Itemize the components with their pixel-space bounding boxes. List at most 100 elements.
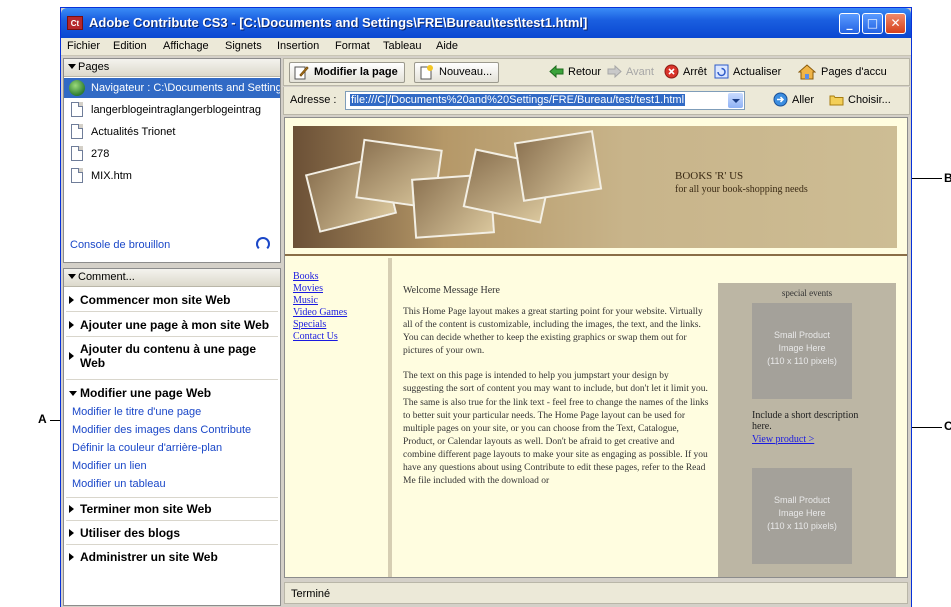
link-modifier-lien[interactable]: Modifier un lien xyxy=(72,460,147,472)
pages-panel-title: Pages xyxy=(78,61,110,73)
maximize-button[interactable]: □ xyxy=(862,13,883,34)
nav-link-music[interactable]: Music xyxy=(293,295,318,306)
new-page-button[interactable]: Nouveau... xyxy=(414,62,500,83)
how-to-panel-header[interactable]: Comment... xyxy=(64,269,280,287)
section-modifier-page[interactable]: Modifier une page Web xyxy=(69,386,277,400)
menu-signets[interactable]: Signets xyxy=(225,40,262,52)
menu-bar: Fichier Edition Affichage Signets Insert… xyxy=(61,38,911,56)
how-to-panel-title: Comment... xyxy=(78,271,135,283)
home-pages-button[interactable]: Pages d'accu xyxy=(797,64,887,80)
nav-link-books[interactable]: Books xyxy=(293,271,319,282)
minimize-button[interactable]: _ xyxy=(839,13,860,34)
section-label: Modifier une page Web xyxy=(80,386,212,400)
placeholder-line: Small Product xyxy=(773,330,831,340)
refresh-button[interactable]: Actualiser xyxy=(714,64,781,79)
stop-button[interactable]: Arrêt xyxy=(664,64,707,79)
product-description: Include a short description here. xyxy=(752,410,859,432)
page-item[interactable]: 278 xyxy=(64,144,280,164)
menu-tableau[interactable]: Tableau xyxy=(383,40,422,52)
pages-panel-header[interactable]: Pages xyxy=(64,59,280,77)
forward-arrow-icon xyxy=(607,64,622,79)
expand-triangle-icon xyxy=(69,352,74,360)
stop-label: Arrêt xyxy=(683,66,707,78)
expand-triangle-icon xyxy=(69,321,74,329)
page-item[interactable]: Actualités Trionet xyxy=(64,122,280,142)
nav-link-specials[interactable]: Specials xyxy=(293,319,326,330)
address-input[interactable]: file:///C|/Documents%20and%20Settings/FR… xyxy=(345,91,745,110)
section-administrer[interactable]: Administrer un site Web xyxy=(69,550,277,564)
dropdown-arrow-icon[interactable] xyxy=(728,93,743,108)
section-ajouter-page[interactable]: Ajouter une page à mon site Web xyxy=(69,318,277,332)
go-button[interactable]: Aller xyxy=(773,92,814,107)
page-banner: BOOKS 'R' US for all your book-shopping … xyxy=(293,126,897,248)
nav-link-video-games[interactable]: Video Games xyxy=(293,307,347,318)
refresh-icon[interactable] xyxy=(256,237,270,251)
web-page-view[interactable]: BOOKS 'R' US for all your book-shopping … xyxy=(284,117,908,578)
section-label: Ajouter du contenu à une page Web xyxy=(80,342,257,370)
edit-page-button[interactable]: Modifier la page xyxy=(289,62,405,83)
title-bar[interactable]: Ct Adobe Contribute CS3 - [C:\Documents … xyxy=(61,8,911,38)
callout-b: B xyxy=(944,171,951,185)
left-sidebar: Pages Navigateur : C:\Documents and Sett… xyxy=(63,58,281,606)
back-button[interactable]: Retour xyxy=(549,64,602,79)
console-de-brouillon-link[interactable]: Console de brouillon xyxy=(70,239,170,251)
home-icon xyxy=(797,64,817,80)
pencil-icon xyxy=(294,65,309,80)
placeholder-line: Small Product xyxy=(773,495,831,505)
menu-affichage[interactable]: Affichage xyxy=(163,40,209,52)
banner-tagline: for all your book-shopping needs xyxy=(675,184,808,195)
page-item-navigator[interactable]: Navigateur : C:\Documents and Settings xyxy=(64,78,280,98)
site-navigation: Books Movies Music Video Games Specials … xyxy=(285,258,392,577)
divider xyxy=(66,497,278,498)
callout-c: C xyxy=(944,419,951,433)
forward-button[interactable]: Avant xyxy=(607,64,654,79)
section-ajouter-contenu[interactable]: Ajouter du contenu à une page Web xyxy=(69,342,277,370)
nav-link-movies[interactable]: Movies xyxy=(293,283,323,294)
nav-link-contact-us[interactable]: Contact Us xyxy=(293,331,338,342)
callout-a: A xyxy=(38,412,47,426)
back-label: Retour xyxy=(568,66,602,78)
choose-button[interactable]: Choisir... xyxy=(829,94,891,106)
main-area: Modifier la page Nouveau... Retour Avant xyxy=(283,58,910,606)
divider xyxy=(66,311,278,312)
section-commencer[interactable]: Commencer mon site Web xyxy=(69,293,277,307)
page-item[interactable]: MIX.htm xyxy=(64,166,280,186)
folder-icon xyxy=(829,92,844,107)
address-bar: Adresse : file:///C|/Documents%20and%20S… xyxy=(283,87,910,115)
address-label: Adresse : xyxy=(290,94,337,106)
link-modifier-tableau[interactable]: Modifier un tableau xyxy=(72,478,166,490)
menu-fichier[interactable]: Fichier xyxy=(67,40,100,52)
intro-paragraph: This Home Page layout makes a great star… xyxy=(403,307,703,357)
stop-icon xyxy=(664,64,679,79)
divider xyxy=(66,544,278,545)
link-modifier-images[interactable]: Modifier des images dans Contribute xyxy=(72,424,251,436)
divider xyxy=(66,336,278,337)
menu-aide[interactable]: Aide xyxy=(436,40,458,52)
go-arrow-icon xyxy=(773,92,788,107)
page-item[interactable]: langerblogeintraglangerblogeintrag xyxy=(64,100,280,120)
status-text: Terminé xyxy=(291,588,331,600)
back-arrow-icon xyxy=(549,64,564,79)
view-product-link[interactable]: View product > xyxy=(752,434,814,445)
divider xyxy=(66,379,278,380)
link-modifier-titre[interactable]: Modifier le titre d'une page xyxy=(72,406,201,418)
placeholder-line: Image Here xyxy=(778,343,826,353)
link-couleur-arriere-plan[interactable]: Définir la couleur d'arrière-plan xyxy=(72,442,222,454)
banner-title: BOOKS 'R' US xyxy=(675,170,744,182)
edit-page-label: Modifier la page xyxy=(314,66,398,78)
choose-label: Choisir... xyxy=(848,94,891,106)
menu-edition[interactable]: Edition xyxy=(113,40,147,52)
section-label: Commencer mon site Web xyxy=(80,293,231,307)
refresh-label[interactable]: Actualiser xyxy=(733,66,781,78)
window-title: Adobe Contribute CS3 - [C:\Documents and… xyxy=(89,15,588,30)
main-content: This Home Page layout makes a great star… xyxy=(403,306,709,500)
close-button[interactable]: ✕ xyxy=(885,13,906,34)
menu-insertion[interactable]: Insertion xyxy=(277,40,319,52)
menu-format[interactable]: Format xyxy=(335,40,370,52)
page-item-label: 278 xyxy=(91,148,110,160)
section-blogs[interactable]: Utiliser des blogs xyxy=(69,526,277,540)
section-label: Terminer mon site Web xyxy=(80,502,212,516)
section-terminer[interactable]: Terminer mon site Web xyxy=(69,502,277,516)
page-item-label: langerblogeintraglangerblogeintrag xyxy=(91,104,262,116)
new-document-icon xyxy=(419,65,434,80)
